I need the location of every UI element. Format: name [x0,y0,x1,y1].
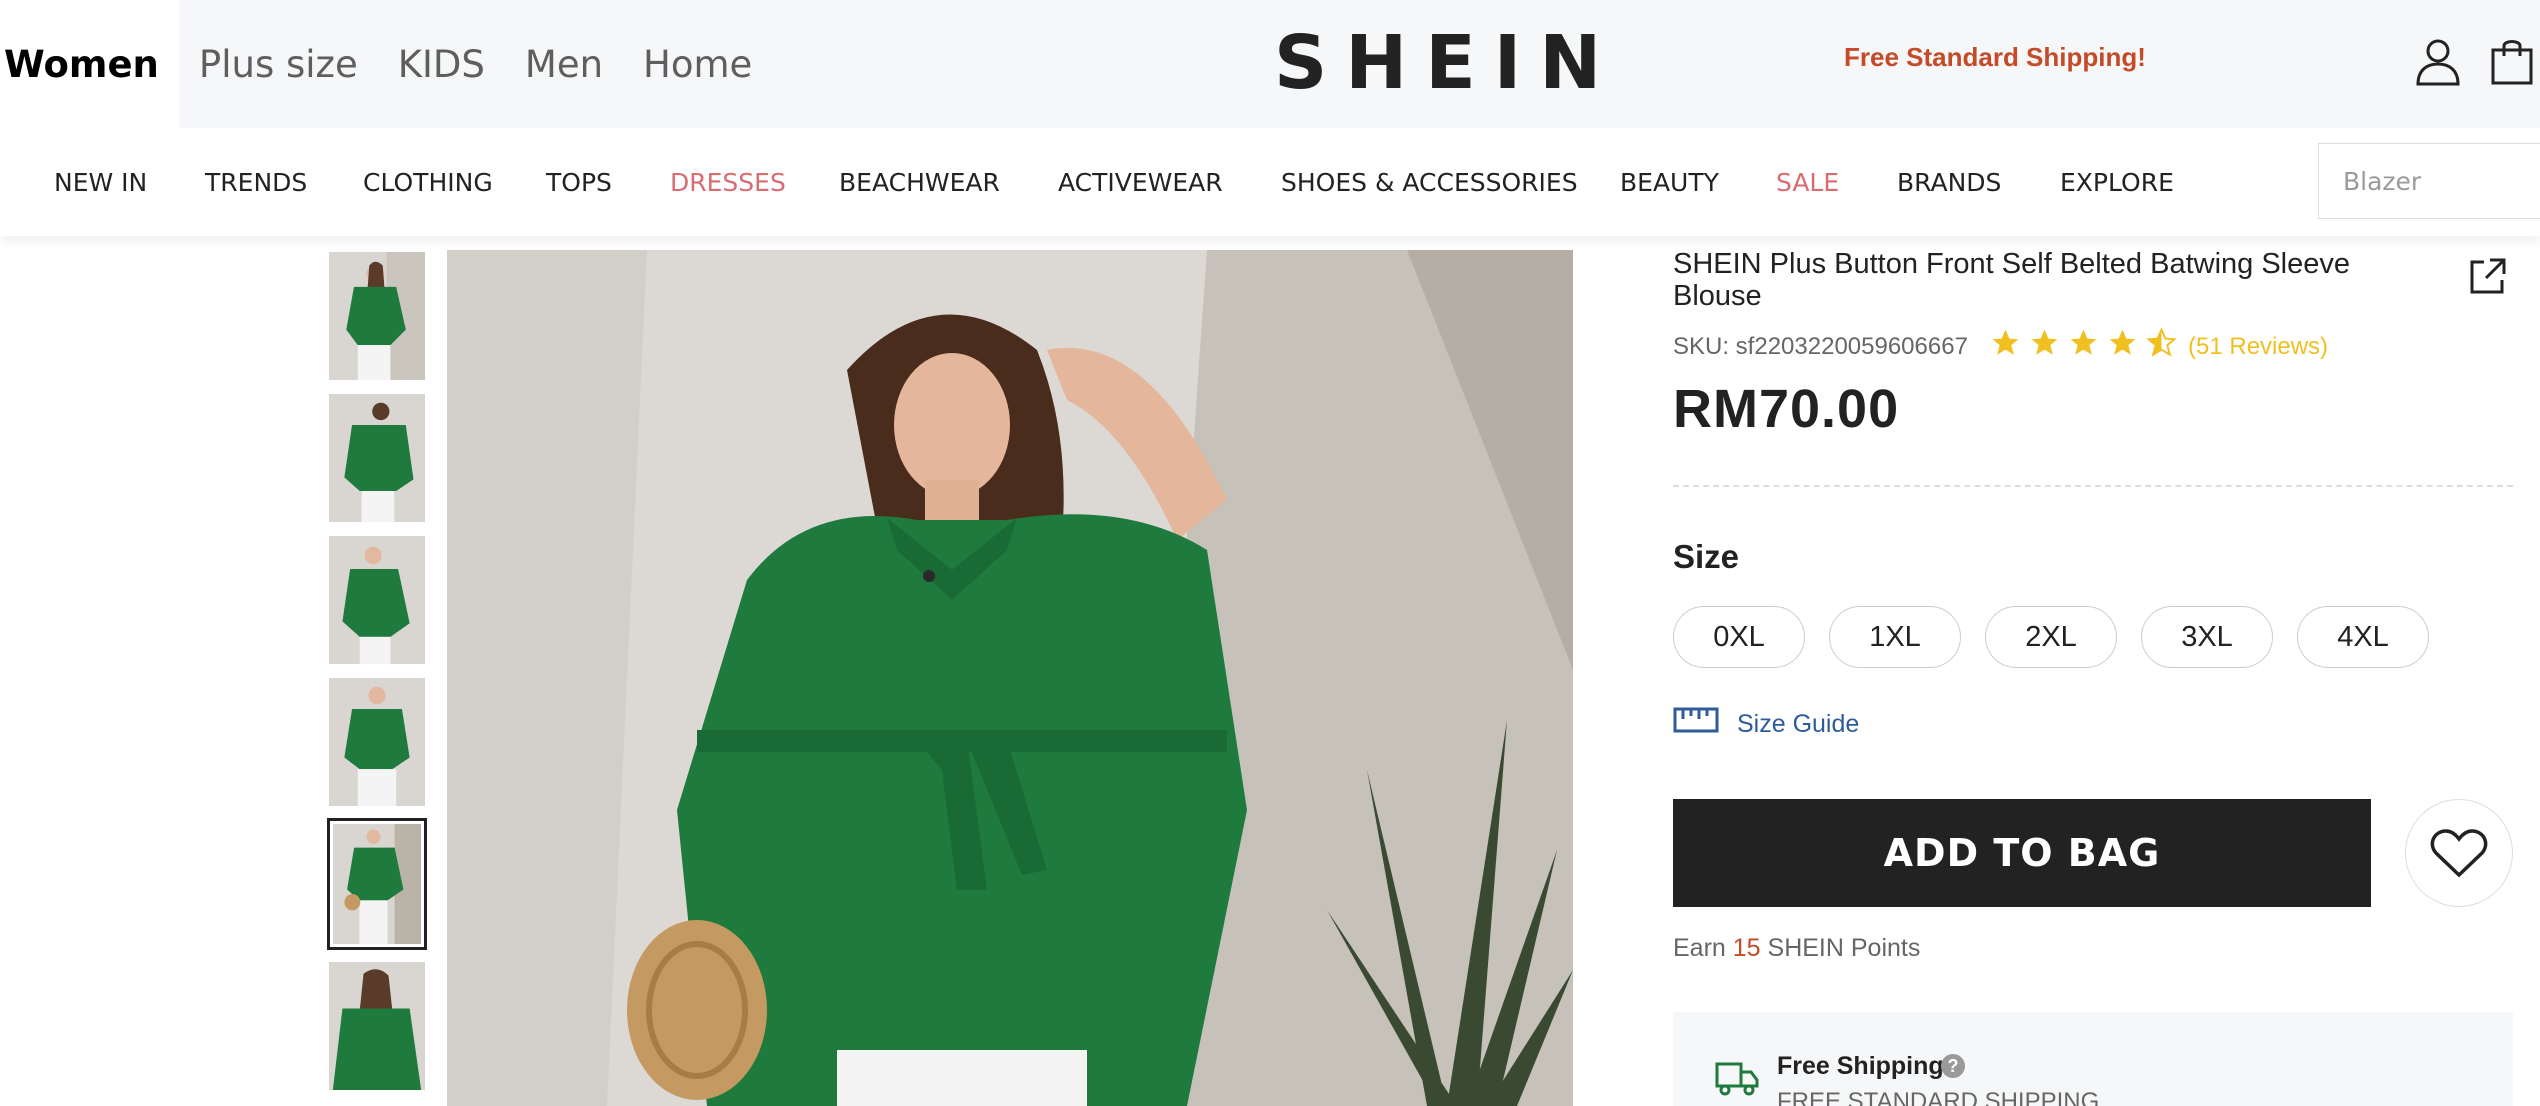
star-icon [2070,329,2097,355]
shein-logo[interactable]: SHEIN [1274,20,1619,106]
product-photo [447,250,1573,1106]
divider [1673,485,2513,487]
nav-new-in[interactable]: NEW IN [54,168,147,197]
thumbnail-4[interactable] [327,676,427,808]
user-icon[interactable] [2414,36,2462,86]
nav-beauty[interactable]: BEAUTY [1620,168,1719,197]
points-info: Earn 15 SHEIN Points [1673,934,1920,963]
product-thumbnail-image [329,678,425,806]
promo-banner[interactable]: Free Standard Shipping! [1844,42,2146,73]
size-option-3xl[interactable]: 3XL [2141,606,2273,668]
product-sku: SKU: sf2203220059606667 [1673,333,1968,360]
thumbnail-2[interactable] [327,392,427,524]
star-icon [1992,329,2019,355]
size-option-1xl[interactable]: 1XL [1829,606,1961,668]
points-value: 15 [1732,934,1761,962]
half-star-icon [2146,327,2177,357]
tab-kids[interactable]: KIDS [378,0,505,128]
heart-icon [2430,829,2488,878]
nav-sale[interactable]: SALE [1776,168,1839,197]
shipping-info: Free Shipping ? FREE STANDARD SHIPPING [1673,1012,2513,1106]
truck-icon [1715,1062,1759,1096]
size-option-2xl[interactable]: 2XL [1985,606,2117,668]
rating-stars [1990,327,2177,358]
search-input[interactable] [2318,143,2540,219]
bag-icon[interactable] [2490,36,2534,86]
thumbnail-3[interactable] [327,534,427,666]
shipping-subtitle: FREE STANDARD SHIPPING [1777,1088,2100,1106]
category-tabs: Women Plus size KIDS Men Home [0,0,772,128]
nav-brands[interactable]: BRANDS [1897,168,2001,197]
product-title: SHEIN Plus Button Front Self Belted Batw… [1673,248,2351,312]
nav-shoes-accessories[interactable]: SHOES & ACCESSORIES [1281,168,1578,197]
tab-men[interactable]: Men [505,0,623,128]
nav-trends[interactable]: TRENDS [205,168,307,197]
product-thumbnail-image [329,252,425,380]
tab-plus-size[interactable]: Plus size [179,0,378,128]
size-option-0xl[interactable]: 0XL [1673,606,1805,668]
top-bar: Women Plus size KIDS Men Home SHEIN Free… [0,0,2540,128]
thumbnail-6[interactable] [327,960,427,1092]
ruler-icon [1673,707,1719,733]
shipping-title: Free Shipping [1777,1052,1944,1080]
tab-home[interactable]: Home [623,0,772,128]
product-thumbnail-image [329,536,425,664]
points-suffix: SHEIN Points [1767,934,1921,962]
reviews-link[interactable]: (51 Reviews) [2188,333,2328,361]
nav-clothing[interactable]: CLOTHING [363,168,493,197]
main-nav: NEW IN TRENDS CLOTHING TOPS DRESSES BEAC… [0,128,2540,236]
size-guide-link[interactable]: Size Guide [1737,710,1859,739]
share-icon[interactable] [2468,256,2508,296]
product-thumbnail-image [329,394,425,522]
nav-dresses[interactable]: DRESSES [670,168,786,197]
product-thumbnail-image [329,962,425,1090]
star-icon [2109,329,2136,355]
product-thumbnail-image [333,824,421,944]
thumbnail-5[interactable] [327,818,427,950]
add-to-bag-button[interactable]: ADD TO BAG [1673,799,2371,907]
product-price: RM70.00 [1673,379,1900,439]
main-product-image[interactable] [447,250,1573,1106]
tab-women[interactable]: Women [0,0,179,128]
nav-beachwear[interactable]: BEACHWEAR [839,168,1000,197]
wishlist-button[interactable] [2405,799,2513,907]
help-icon[interactable]: ? [1941,1054,1965,1078]
nav-activewear[interactable]: ACTIVEWEAR [1058,168,1223,197]
thumbnail-1[interactable] [327,250,427,382]
points-prefix: Earn [1673,934,1726,962]
nav-tops[interactable]: TOPS [546,168,612,197]
star-icon [2031,329,2058,355]
size-option-4xl[interactable]: 4XL [2297,606,2429,668]
size-label: Size [1673,538,1740,575]
nav-explore[interactable]: EXPLORE [2060,168,2174,197]
